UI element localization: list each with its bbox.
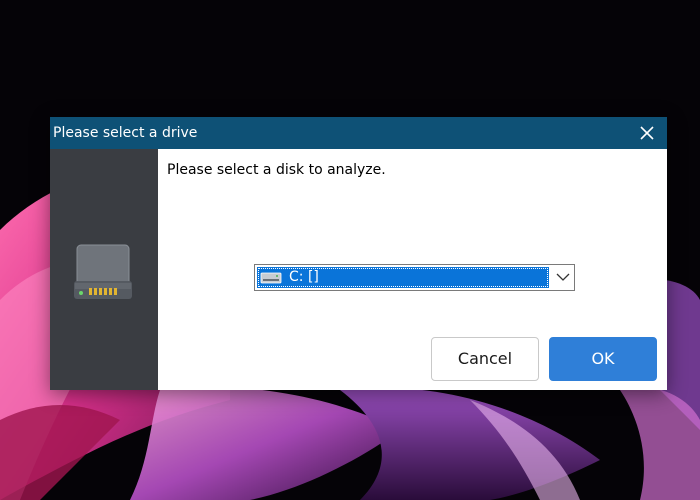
hard-drive-icon <box>74 244 132 299</box>
select-drive-dialog: Please select a drive Please select a di… <box>50 117 667 390</box>
side-panel <box>50 149 158 390</box>
close-icon <box>640 126 654 140</box>
close-button[interactable] <box>627 117 667 149</box>
dialog-content: Please select a disk to analyze. C: [] C… <box>158 149 667 390</box>
chevron-down-icon[interactable] <box>556 272 570 282</box>
dialog-title: Please select a drive <box>53 125 198 141</box>
ok-button[interactable]: OK <box>549 337 657 381</box>
drive-icon <box>260 272 282 284</box>
prompt-text: Please select a disk to analyze. <box>167 162 386 178</box>
dialog-titlebar: Please select a drive <box>50 117 667 149</box>
drive-select-selected-item[interactable]: C: [] <box>257 267 549 288</box>
desktop: Please select a drive Please select a di… <box>0 0 700 500</box>
drive-select[interactable]: C: [] <box>254 264 575 291</box>
drive-select-label: C: [] <box>289 269 319 285</box>
cancel-button[interactable]: Cancel <box>431 337 539 381</box>
